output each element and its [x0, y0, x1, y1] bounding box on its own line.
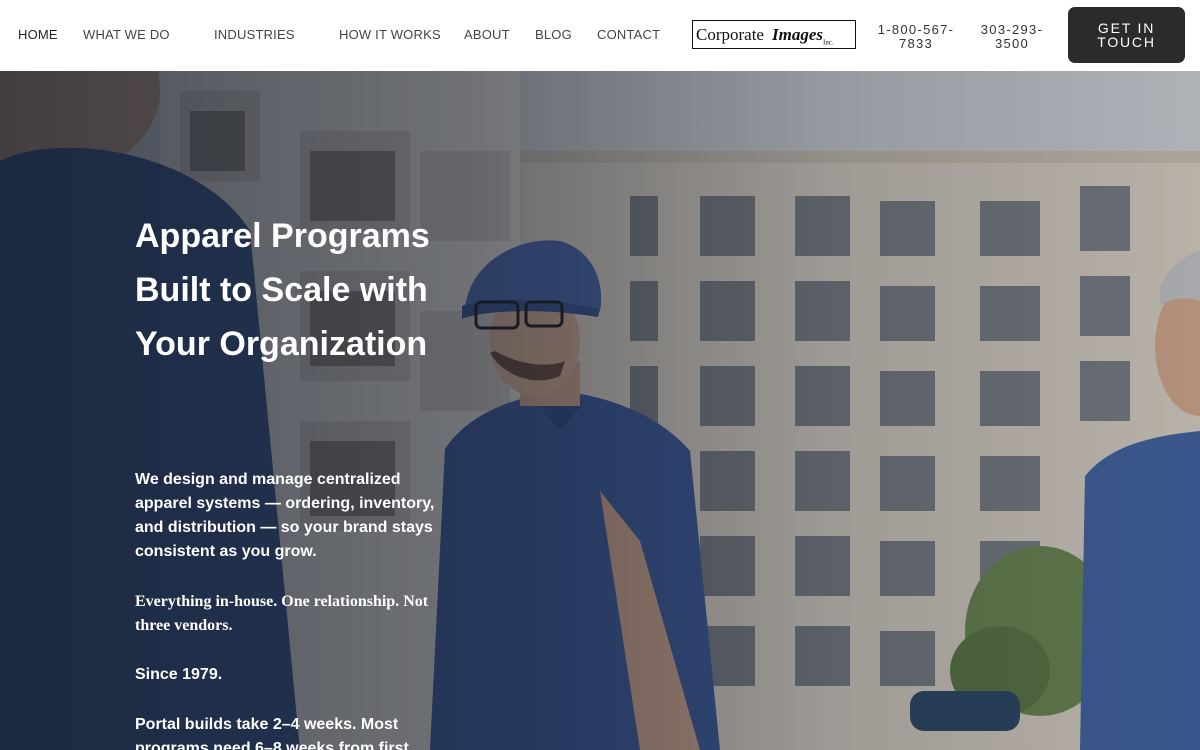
phone-link-local[interactable]: 303-293-3500 [972, 23, 1052, 51]
nav-contact[interactable]: CONTACT [597, 27, 660, 42]
nav-what-we-do[interactable]: WHAT WE DO [83, 27, 170, 42]
nav-industries[interactable]: INDUSTRIES [214, 27, 295, 42]
hero-section: Apparel Programs Built to Scale with You… [0, 71, 1200, 750]
nav-how-it-works[interactable]: HOW IT WORKS [339, 27, 441, 42]
nav-home[interactable]: HOME [18, 27, 58, 42]
hero-dark-overlay [0, 71, 1200, 750]
hero-since: Since 1979. [135, 666, 223, 683]
company-logo[interactable]: Corporate ImagesInc. [692, 20, 856, 49]
get-in-touch-button[interactable]: GET IN TOUCH [1068, 7, 1185, 63]
hero-timeline-note: Portal builds take 2–4 weeks. Most progr… [135, 716, 409, 750]
hero-description: We design and manage centralized apparel… [135, 471, 435, 560]
hero-headline: Apparel Programs Built to Scale with You… [135, 217, 430, 363]
nav-about[interactable]: ABOUT [464, 27, 510, 42]
logo-suffix: Inc. [823, 38, 834, 47]
nav-blog[interactable]: BLOG [535, 27, 572, 42]
logo-text-images: ImagesInc. [771, 21, 855, 48]
site-header: HOME WHAT WE DO INDUSTRIES HOW IT WORKS … [0, 0, 1200, 71]
hero-tagline: Everything in-house. One relationship. N… [135, 593, 429, 634]
logo-text-corporate: Corporate [693, 21, 771, 48]
phone-link-tollfree[interactable]: 1-800-567-7833 [876, 23, 956, 51]
